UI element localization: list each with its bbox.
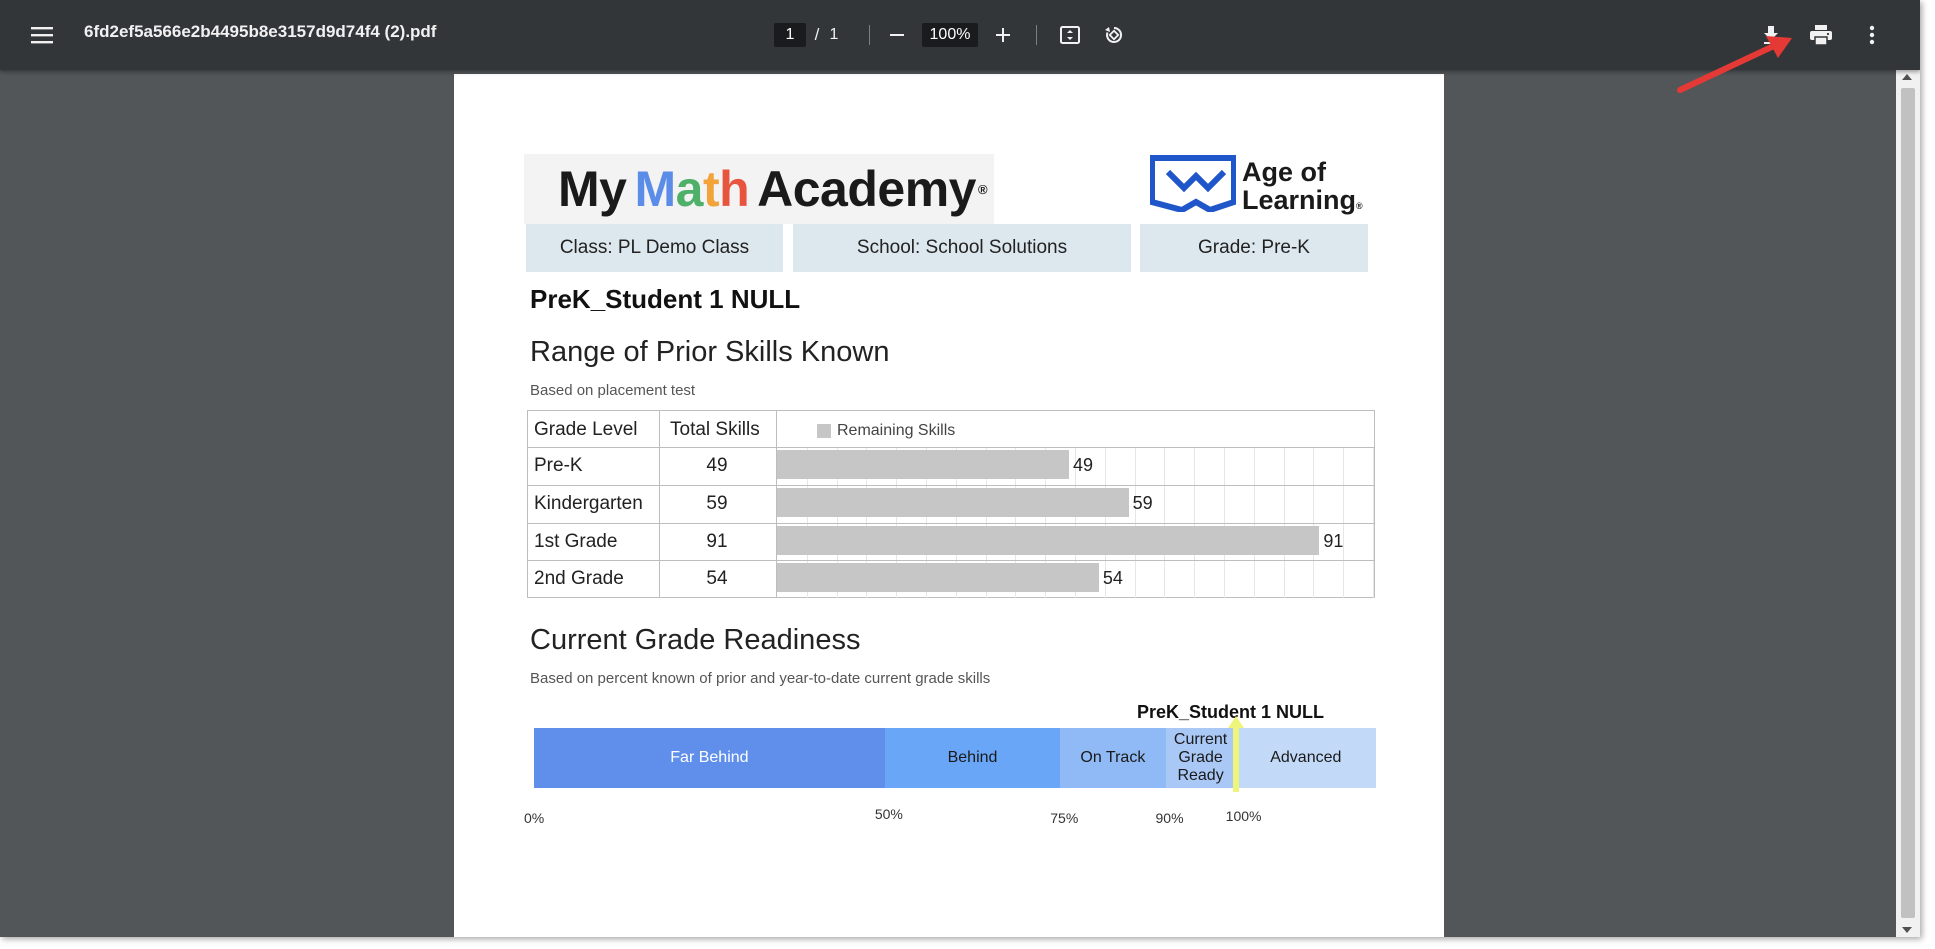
download-icon: [1764, 26, 1778, 44]
grade-info-box: Grade: Pre-K: [1140, 224, 1368, 272]
skills-bar: [777, 488, 1129, 517]
readiness-tick-label: 0%: [524, 810, 545, 826]
rotate-button[interactable]: [1096, 17, 1132, 53]
class-info-box: Class: PL Demo Class: [526, 224, 783, 272]
download-button[interactable]: [1753, 17, 1789, 53]
skills-bar-value-label: 91: [1323, 531, 1344, 551]
page-number-input[interactable]: 1: [774, 23, 806, 47]
table-divider: [528, 523, 1374, 524]
readiness-scale-bar: Far Behind Behind On Track Current Grade Read…: [534, 728, 1376, 788]
skills-bar: [777, 450, 1070, 479]
zoom-out-icon: [890, 34, 904, 36]
scroll-up-arrow-icon[interactable]: [1902, 74, 1912, 80]
aol-logo-text: Age of Learning®: [1242, 158, 1363, 220]
readiness-segment-label: Current Grade Ready: [1174, 731, 1227, 785]
readiness-segment: Behind: [884, 728, 1061, 788]
row-total-skills: 59: [706, 493, 728, 514]
page-total: 1: [829, 26, 839, 43]
age-of-learning-logo: Age of Learning®: [1150, 152, 1390, 222]
scrollbar-thumb[interactable]: [1901, 88, 1915, 918]
scroll-down-arrow-icon[interactable]: [1902, 927, 1912, 933]
row-grade-label: 1st Grade: [534, 531, 618, 552]
readiness-tick-label: 100%: [1225, 808, 1262, 824]
readiness-tick-label: 50%: [874, 806, 903, 822]
logo-word-math: Math: [634, 160, 749, 218]
logo-registered-mark: ®: [977, 181, 988, 197]
zoom-in-button[interactable]: [986, 18, 1020, 52]
skills-bar-value-label: 49: [1073, 455, 1094, 475]
logo-word-my: My: [558, 161, 627, 217]
zoom-level-input[interactable]: 100%: [922, 23, 978, 47]
readiness-segment: Advanced: [1235, 728, 1376, 788]
toolbar-divider: [869, 25, 870, 45]
zoom-out-button[interactable]: [880, 18, 914, 52]
header-grade-level: Grade Level: [534, 419, 638, 440]
row-grade-label: 2nd Grade: [534, 568, 624, 589]
section-title-prior-skills: Range of Prior Skills Known: [530, 336, 890, 368]
skills-bar-value-label: 54: [1102, 568, 1123, 588]
section-subtitle-prior-skills: Based on placement test: [530, 382, 696, 399]
rotate-icon: [1105, 26, 1123, 43]
print-button[interactable]: [1802, 17, 1840, 53]
row-total-skills: 91: [706, 531, 728, 552]
fit-to-page-button[interactable]: [1052, 17, 1088, 53]
row-grade-label: Kindergarten: [534, 493, 643, 514]
logo-letter: t: [702, 161, 720, 217]
more-options-button[interactable]: [1854, 17, 1890, 53]
pdf-toolbar: 6fd2ef5a566e2b4495b8e3157d9d74f4 (2).pdf…: [0, 0, 1920, 70]
skills-table: Grade Level Total Skills Remaining Skill…: [527, 410, 1375, 598]
scrollbar[interactable]: [1896, 70, 1920, 937]
pdf-page: My Math Academy ® Age of Learning® Class…: [454, 74, 1444, 937]
readiness-tick-label: 75%: [1050, 810, 1079, 826]
readiness-segment-label-line: Ready: [1177, 767, 1224, 784]
aol-line-1: Age of: [1242, 157, 1326, 187]
page-separator: /: [814, 25, 820, 44]
row-total-skills: 54: [706, 568, 728, 589]
age-of-learning-book-icon: [1150, 155, 1236, 212]
student-name: PreK_Student 1 NULL: [530, 284, 801, 314]
menu-button[interactable]: [22, 17, 62, 53]
logo-letter: M: [634, 161, 676, 217]
menu-icon: [31, 27, 53, 44]
highlight-arrow-icon: [1227, 716, 1244, 792]
school-info-box: School: School Solutions: [793, 224, 1131, 272]
section-subtitle-readiness: Based on percent known of prior and year…: [530, 670, 991, 687]
readiness-segment: On Track: [1060, 728, 1166, 788]
row-total-skills: 49: [706, 455, 728, 476]
readiness-segment: Current Grade Ready: [1165, 728, 1236, 788]
readiness-segment: Far Behind: [534, 728, 885, 788]
logo-letter: h: [719, 161, 750, 217]
print-icon: [1810, 25, 1832, 46]
table-divider: [528, 485, 1374, 486]
row-grade-label: Pre-K: [534, 455, 583, 476]
table-divider: [528, 560, 1374, 561]
skills-bar: [777, 526, 1320, 555]
header-total-skills: Total Skills: [670, 419, 760, 440]
skills-bar-value-label: 59: [1132, 493, 1153, 513]
readiness-tick-label: 90%: [1155, 810, 1184, 826]
readiness-segment-label-line: Grade: [1178, 749, 1223, 766]
logo-word-academy: Academy: [757, 161, 976, 217]
aol-line-2: Learning®: [1242, 186, 1363, 220]
aol-line-2-text: Learning: [1242, 185, 1357, 215]
logo-letter: a: [675, 161, 704, 217]
file-title: 6fd2ef5a566e2b4495b8e3157d9d74f4 (2).pdf: [84, 22, 437, 41]
legend-label: Remaining Skills: [837, 422, 956, 439]
zoom-in-icon: [996, 28, 1010, 42]
skills-bar: [777, 563, 1099, 592]
readiness-segment-label-line: Current: [1173, 731, 1228, 748]
section-title-readiness: Current Grade Readiness: [530, 624, 861, 656]
my-math-academy-logo: My Math Academy ®: [524, 154, 994, 224]
pdf-viewer-window: 6fd2ef5a566e2b4495b8e3157d9d74f4 (2).pdf…: [0, 0, 1920, 937]
fit-page-icon: [1060, 26, 1080, 44]
legend-swatch: [817, 424, 831, 438]
table-divider: [528, 447, 1374, 448]
toolbar-divider: [1036, 25, 1037, 45]
more-vert-icon: [1869, 25, 1875, 45]
aol-registered-mark: ®: [1356, 201, 1363, 211]
